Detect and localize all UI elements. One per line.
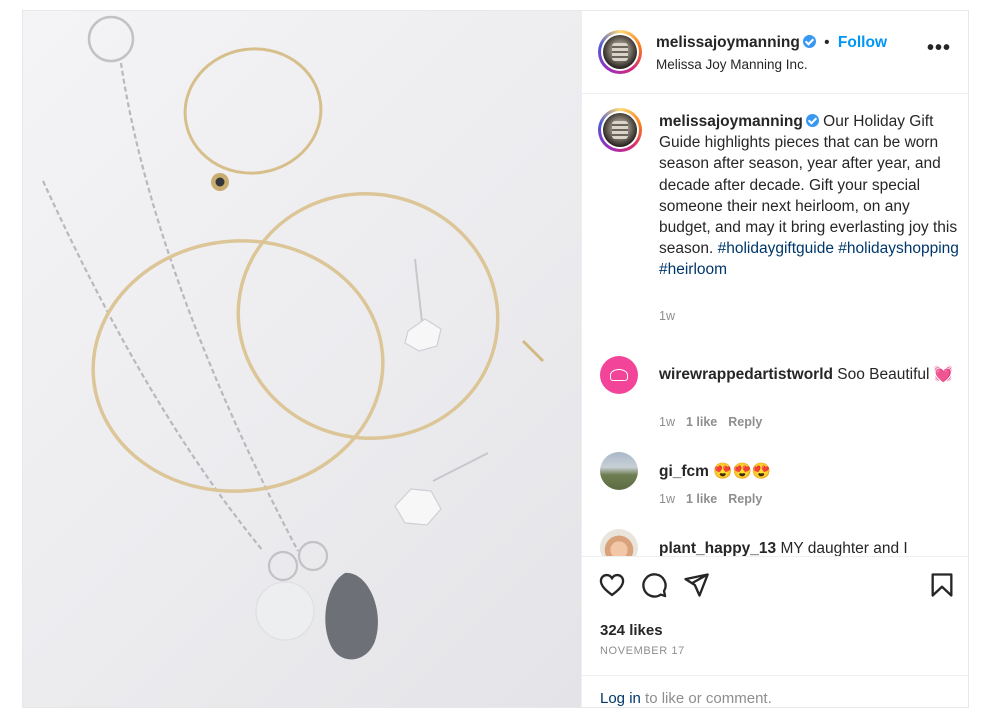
hashtag-link[interactable]: #heirloom xyxy=(659,261,727,278)
verified-badge-icon xyxy=(805,114,819,127)
hoop-wire-end xyxy=(521,339,545,363)
gold-hoop-large xyxy=(91,239,385,493)
comment-body: Soo Beautiful 💓 xyxy=(832,366,954,383)
jump-ring-2 xyxy=(297,540,329,572)
bookmark-icon[interactable] xyxy=(928,571,956,599)
reply-button[interactable]: Reply xyxy=(728,415,762,429)
heart-icon[interactable] xyxy=(598,571,626,599)
commenter-avatar[interactable] xyxy=(600,529,638,556)
ring-stone xyxy=(215,177,225,187)
comment-icon[interactable] xyxy=(640,571,668,599)
caption-time[interactable]: 1w xyxy=(659,309,675,323)
jewelry-photo-drawing xyxy=(42,15,545,660)
comment-username[interactable]: plant_happy_13 xyxy=(659,540,776,556)
comments-area[interactable]: melissajoymanning Our Holiday Gift Guide… xyxy=(582,94,968,556)
hashtag-link[interactable]: #holidayshopping xyxy=(838,240,959,257)
earring-post-top xyxy=(414,258,424,332)
caption-body: Our Holiday Gift Guide highlights pieces… xyxy=(659,113,958,258)
header-subtitle[interactable]: Melissa Joy Manning Inc. xyxy=(656,57,808,72)
comment-body: MY daughter and I xyxy=(776,540,908,556)
more-options-icon[interactable]: ••• xyxy=(927,38,951,58)
comment-meta: 1w 1 like Reply xyxy=(659,415,773,429)
crystal-stud-bottom xyxy=(394,488,442,526)
caption-avatar[interactable] xyxy=(598,108,642,152)
reply-button[interactable]: Reply xyxy=(728,492,762,506)
commenter-avatar[interactable] xyxy=(600,356,638,394)
login-prompt: Log in to like or comment. xyxy=(600,690,772,707)
post-side-panel: melissajoymanning • Follow Melissa Joy M… xyxy=(581,11,968,707)
gold-ring xyxy=(183,47,323,175)
jump-ring-1 xyxy=(267,550,299,582)
silver-chain-left xyxy=(42,180,264,552)
crystal-stud-top xyxy=(404,318,442,352)
header-username-row: melissajoymanning • Follow xyxy=(656,34,887,52)
author-avatar[interactable] xyxy=(598,30,642,74)
share-icon[interactable] xyxy=(682,571,710,599)
comment-text: wirewrappedartistworld Soo Beautiful 💓 xyxy=(659,364,959,385)
header-separator: • xyxy=(824,34,830,51)
labradorite-pendant xyxy=(325,572,378,660)
comment-text: plant_happy_13 MY daughter and I xyxy=(659,538,959,556)
verified-badge-icon xyxy=(802,35,816,48)
header-username[interactable]: melissajoymanning xyxy=(656,34,800,51)
comment-time[interactable]: 1w xyxy=(659,415,675,429)
hashtag-link[interactable]: #holidaygiftguide xyxy=(718,240,834,257)
commenter-avatar[interactable] xyxy=(600,452,638,490)
caption-text: melissajoymanning Our Holiday Gift Guide… xyxy=(659,111,959,281)
silver-chain-right xyxy=(119,62,299,552)
earring-post-bottom xyxy=(432,452,489,482)
comment-meta: 1w 1 like Reply xyxy=(659,492,773,506)
comment-likes[interactable]: 1 like xyxy=(686,492,717,506)
login-rest: to like or comment. xyxy=(640,690,772,707)
login-link[interactable]: Log in xyxy=(600,690,641,707)
comment-likes[interactable]: 1 like xyxy=(686,415,717,429)
login-bar: Log in to like or comment. xyxy=(582,675,968,707)
likes-count[interactable]: 324 likes xyxy=(600,622,663,639)
comment-text: gi_fcm 😍😍😍 xyxy=(659,461,959,482)
post-photo[interactable] xyxy=(23,11,581,707)
post-header: melissajoymanning • Follow Melissa Joy M… xyxy=(582,11,968,94)
follow-button[interactable]: Follow xyxy=(838,34,887,51)
comment-body: 😍😍😍 xyxy=(708,463,772,480)
moonstone-pendant xyxy=(255,581,315,641)
silver-ring xyxy=(87,15,135,63)
comment-username[interactable]: gi_fcm xyxy=(659,463,709,480)
caption-username[interactable]: melissajoymanning xyxy=(659,113,803,130)
post-date[interactable]: NOVEMBER 17 xyxy=(600,645,685,657)
comment-username[interactable]: wirewrappedartistworld xyxy=(659,366,833,383)
instagram-post: melissajoymanning • Follow Melissa Joy M… xyxy=(22,10,969,708)
comment-time[interactable]: 1w xyxy=(659,492,675,506)
